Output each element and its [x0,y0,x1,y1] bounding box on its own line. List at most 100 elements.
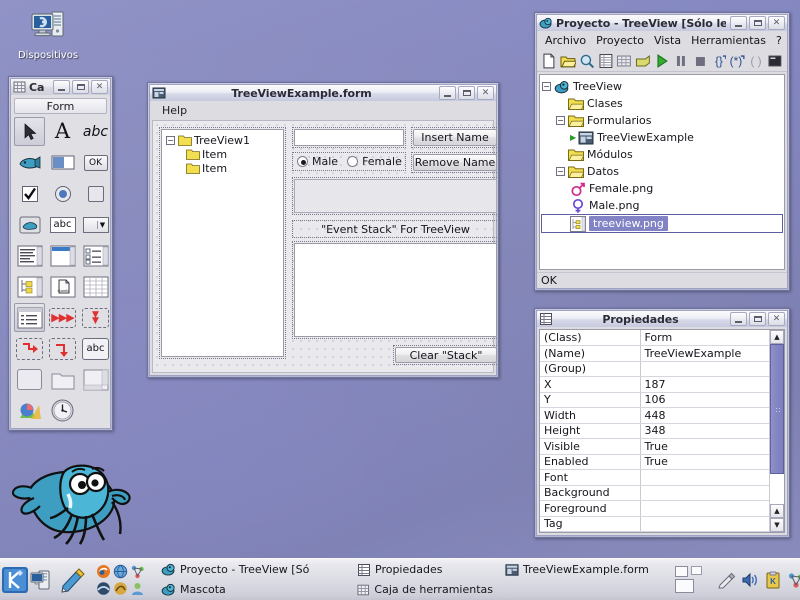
task-mascota[interactable]: Mascota [155,580,351,599]
network-icon[interactable] [787,571,800,589]
stop-icon[interactable] [692,53,708,69]
toolbox-tab-form[interactable]: Form [14,98,107,114]
form-maximize-button[interactable] [458,86,475,100]
designer-spacer-panel-wrap[interactable] [292,177,499,215]
new-file-icon[interactable] [541,53,557,69]
task-proyecto-treeview[interactable]: Proyecto - TreeView [Só [155,560,351,579]
tool-pointer[interactable] [14,117,45,146]
tool-progressbar[interactable] [47,148,78,177]
konqueror-icon[interactable] [96,581,111,596]
properties-titlebar[interactable]: Propiedades ✕ [536,310,788,327]
menu-archivo[interactable]: Archivo [541,33,590,48]
name-textbox[interactable] [294,129,404,146]
taskbar[interactable]: Proyecto - TreeView [Só Propiedades Tree… [0,558,800,600]
menu-vista[interactable]: Vista [650,33,685,48]
desktop-icon-dispositivos[interactable]: Dispositivos [12,6,84,61]
property-value[interactable]: 448 [640,407,769,424]
expander-icon[interactable]: − [542,82,551,91]
tree-node-modulos[interactable]: Módulos [542,146,782,163]
designer-event-stack-label-wrap[interactable]: "Event Stack" For TreeView [292,220,499,238]
network-icon[interactable] [130,564,145,579]
tool-radiobutton[interactable] [47,179,78,208]
toolbox-maximize-button[interactable] [72,80,89,94]
property-row[interactable]: Y 106 [540,392,769,408]
property-row[interactable]: Background [540,485,769,501]
tool-treeview[interactable] [14,272,45,301]
kmenu-button[interactable] [0,565,30,595]
designer-clear-button-wrap[interactable]: Clear "Stack" [393,345,499,365]
property-value[interactable] [640,469,769,486]
property-value[interactable] [640,485,769,501]
tool-hsplit[interactable]: ▶▶▶ [47,303,78,332]
step-return-icon[interactable]: ( ) [748,53,764,69]
property-row[interactable]: X 187 [540,376,769,393]
properties-scrollbar[interactable]: ▲ ▲ ▼ [769,330,784,532]
designer-name-textbox-wrap[interactable] [292,127,406,148]
pager-desktop-1[interactable] [675,566,688,577]
pager-desktop-2[interactable] [691,566,702,575]
form-design-surface[interactable]: − TreeView1 Item Item Insert Name Male F… [152,120,499,373]
form-designer-window[interactable]: TreeViewExample.form ✕ Help − TreeView1 … [147,82,499,378]
radio-female-indicator[interactable] [347,156,359,167]
tool-textedit[interactable]: abc [80,334,111,363]
scroll-page-up-arrow-icon[interactable]: ▲ [770,504,784,518]
scrollbar-track[interactable] [770,344,784,504]
property-row[interactable]: Font [540,469,769,486]
property-value[interactable] [640,361,769,377]
form-list-icon[interactable] [598,53,614,69]
designer-treeview-control[interactable]: − TreeView1 Item Item [159,127,286,359]
property-value[interactable]: 106 [640,392,769,408]
property-row[interactable]: Foreground [540,500,769,517]
property-value[interactable]: Form [640,330,769,346]
tool-textbox[interactable]: abc [47,210,78,239]
tool-checklist[interactable] [80,241,111,270]
quick-launch[interactable] [30,567,90,593]
property-value[interactable]: TreeViewExample [640,345,769,362]
tool-toggle[interactable] [80,179,111,208]
menu-proyecto[interactable]: Proyecto [592,33,648,48]
property-row[interactable]: Height 348 [540,423,769,439]
toolbox-window[interactable]: Ca ✕ Form A abc OK abc ▼ Gamb ▶▶▶ ▼ ▼ ab… [8,76,113,431]
designer-remove-button-wrap[interactable]: Remove Name [411,152,499,173]
property-value[interactable] [640,500,769,517]
tool-frame[interactable] [47,365,78,394]
tool-scrollview[interactable] [80,365,111,394]
task-propiedades[interactable]: Propiedades [351,560,499,579]
property-value[interactable]: True [640,438,769,455]
tool-iconview[interactable]: Gamb [47,272,78,301]
property-row[interactable]: Tag [540,516,769,532]
tool-vsplit[interactable]: ▼ ▼ [80,303,111,332]
scroll-down-arrow-icon[interactable]: ▼ [770,518,784,532]
tree-node-treeview[interactable]: − TreeView [542,78,782,95]
volume-icon[interactable] [741,571,759,589]
properties-window[interactable]: Propiedades ✕ (Class) Form (Name) TreeView… [534,308,790,538]
form-designer-titlebar[interactable]: TreeViewExample.form ✕ [149,84,497,101]
tree-node-datos[interactable]: − Datos [542,163,782,180]
task-treeviewexample-form[interactable]: TreeViewExample.form [499,560,671,579]
radio-female[interactable]: Female [347,155,402,168]
designer-insert-button-wrap[interactable]: Insert Name [411,127,499,148]
project-tree[interactable]: − TreeView Clases − Formularios ▶ TreeVi… [539,74,785,270]
menu-item-help[interactable]: Help [158,103,191,118]
property-row[interactable]: Enabled True [540,454,769,470]
amarok-icon[interactable] [113,581,128,596]
insert-name-button[interactable]: Insert Name [413,129,497,146]
form-minimize-button[interactable] [439,86,456,100]
project-window[interactable]: Proyecto - TreeView [Sólo lec ✕ Archivo … [534,12,790,291]
radio-male-indicator[interactable] [297,156,308,167]
radio-male[interactable]: Male [297,155,338,168]
form-close-button[interactable]: ✕ [477,86,494,100]
toolbox-close-button[interactable]: ✕ [91,80,108,94]
tree-node-formularios[interactable]: − Formularios [542,112,782,129]
expander-icon[interactable]: − [556,167,565,176]
find-icon[interactable] [579,53,595,69]
toolbox-minimize-button[interactable] [53,80,70,94]
globe-icon[interactable] [113,564,128,579]
console-icon[interactable] [767,53,783,69]
project-titlebar[interactable]: Proyecto - TreeView [Sólo lec ✕ [536,14,788,31]
collapse-expander-icon[interactable]: − [166,135,175,145]
property-value[interactable]: 187 [640,376,769,393]
task-list[interactable]: Proyecto - TreeView [Só Propiedades Tree… [155,560,671,600]
expander-icon[interactable]: − [556,116,565,125]
treeview-listbox[interactable]: − TreeView1 Item Item [161,129,284,357]
